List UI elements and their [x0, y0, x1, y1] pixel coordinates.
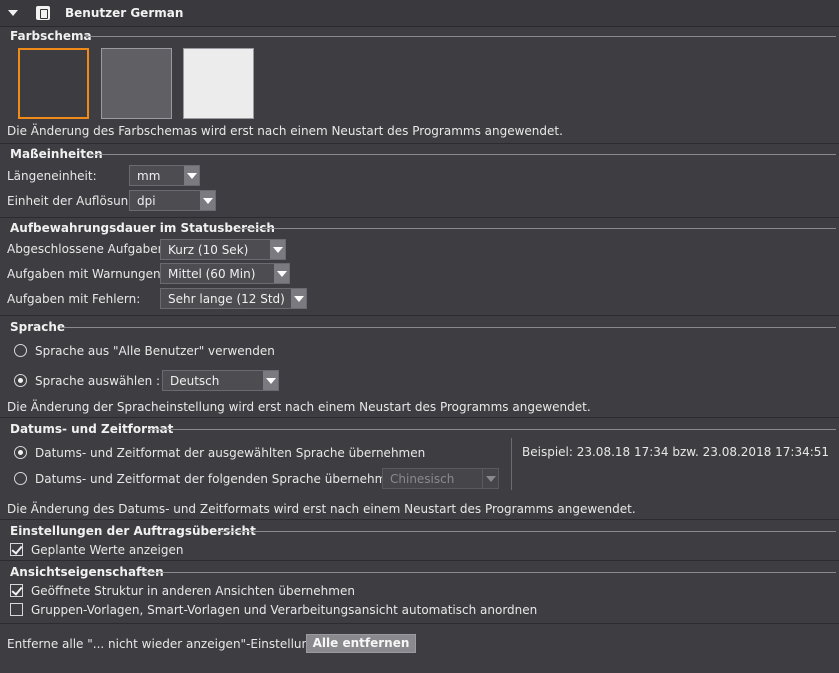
length-unit-select[interactable]: mm: [129, 165, 200, 186]
chevron-down-icon[interactable]: [291, 289, 306, 308]
language-note: Die Änderung der Spracheinstellung wird …: [7, 400, 591, 414]
panel-header[interactable]: Benutzer German: [0, 0, 839, 27]
chevron-down-icon[interactable]: [482, 469, 498, 488]
error-tasks-value: Sehr lange (12 Std): [168, 292, 285, 306]
apply-structure-label[interactable]: Geöffnete Struktur in anderen Ansichten …: [31, 584, 355, 598]
chevron-down-icon[interactable]: [274, 264, 289, 283]
color-scheme-light-swatch[interactable]: [183, 48, 254, 119]
section-divider: [60, 327, 836, 328]
error-tasks-select[interactable]: Sehr lange (12 Std): [160, 288, 307, 309]
chevron-down-icon[interactable]: [184, 166, 199, 185]
section-separator: [0, 315, 839, 316]
section-divider: [148, 429, 836, 430]
section-separator: [0, 143, 839, 144]
section-separator: [0, 417, 839, 418]
language-all-users-label[interactable]: Sprache aus "Alle Benutzer" verwenden: [35, 344, 275, 358]
remove-all-button[interactable]: Alle entfernen: [306, 634, 416, 653]
resolution-unit-select[interactable]: dpi: [129, 190, 216, 211]
warning-tasks-select[interactable]: Mittel (60 Min): [160, 263, 290, 284]
completed-tasks-select[interactable]: Kurz (10 Sek): [160, 239, 286, 260]
color-scheme-medium-swatch[interactable]: [101, 48, 172, 119]
language-select-radio[interactable]: [14, 374, 27, 387]
completed-tasks-value: Kurz (10 Sek): [168, 243, 249, 257]
section-divider: [84, 36, 836, 37]
datetime-language-value: Chinesisch: [390, 472, 455, 486]
section-divider: [216, 531, 836, 532]
chevron-down-icon[interactable]: [200, 191, 215, 210]
language-value: Deutsch: [170, 374, 220, 388]
section-separator: [0, 560, 839, 561]
completed-tasks-label: Abgeschlossene Aufgaben:: [7, 242, 170, 256]
language-select-label[interactable]: Sprache auswählen :: [35, 374, 160, 388]
language-select[interactable]: Deutsch: [162, 370, 279, 391]
warning-tasks-value: Mittel (60 Min): [168, 267, 256, 281]
section-separator: [0, 217, 839, 218]
datetime-example: Beispiel: 23.08.18 17:34 bzw. 23.08.2018…: [522, 445, 830, 459]
color-scheme-dark-swatch[interactable]: [18, 48, 89, 119]
section-separator: [0, 519, 839, 520]
chevron-down-icon[interactable]: [270, 240, 285, 259]
datetime-note: Die Änderung des Datums- und Zeitformats…: [7, 502, 636, 516]
section-title-retention: Aufbewahrungsdauer im Statusbereich: [10, 221, 275, 235]
length-unit-label: Längeneinheit:: [7, 169, 97, 183]
language-all-users-radio[interactable]: [14, 344, 27, 357]
color-scheme-note: Die Änderung des Farbschemas wird erst n…: [7, 124, 563, 138]
section-title-color-scheme: Farbschema: [10, 29, 92, 43]
section-separator: [0, 623, 839, 624]
section-divider: [143, 572, 836, 573]
reset-dont-show-label: Entferne alle "... nicht wieder anzeigen…: [7, 637, 336, 651]
chevron-down-icon[interactable]: [263, 371, 278, 390]
resolution-unit-value: dpi: [137, 194, 156, 208]
datetime-selected-language-label[interactable]: Datums- und Zeitformat der ausgewählten …: [35, 446, 425, 460]
datetime-selected-language-radio[interactable]: [14, 446, 27, 459]
section-title-view-properties: Ansichtseigenschaften: [10, 565, 164, 579]
section-title-language: Sprache: [10, 320, 66, 334]
section-divider: [89, 154, 836, 155]
section-divider: [237, 228, 836, 229]
user-settings-icon: [36, 6, 50, 20]
warning-tasks-label: Aufgaben mit Warnungen:: [7, 267, 165, 281]
show-planned-values-checkbox[interactable]: [10, 543, 23, 556]
show-planned-values-label[interactable]: Geplante Werte anzeigen: [31, 543, 183, 557]
datetime-language-select[interactable]: Chinesisch: [382, 468, 499, 489]
collapse-arrow-icon[interactable]: [8, 10, 18, 16]
auto-arrange-label[interactable]: Gruppen-Vorlagen, Smart-Vorlagen und Ver…: [31, 603, 537, 617]
vertical-separator: [511, 438, 512, 490]
apply-structure-checkbox[interactable]: [10, 584, 23, 597]
auto-arrange-checkbox[interactable]: [10, 603, 23, 616]
length-unit-value: mm: [137, 169, 161, 183]
error-tasks-label: Aufgaben mit Fehlern:: [7, 292, 141, 306]
datetime-following-language-radio[interactable]: [14, 472, 27, 485]
datetime-following-language-label[interactable]: Datums- und Zeitformat der folgenden Spr…: [35, 472, 405, 486]
panel-title: Benutzer German: [65, 6, 184, 20]
resolution-unit-label: Einheit der Auflösung:: [7, 194, 140, 208]
